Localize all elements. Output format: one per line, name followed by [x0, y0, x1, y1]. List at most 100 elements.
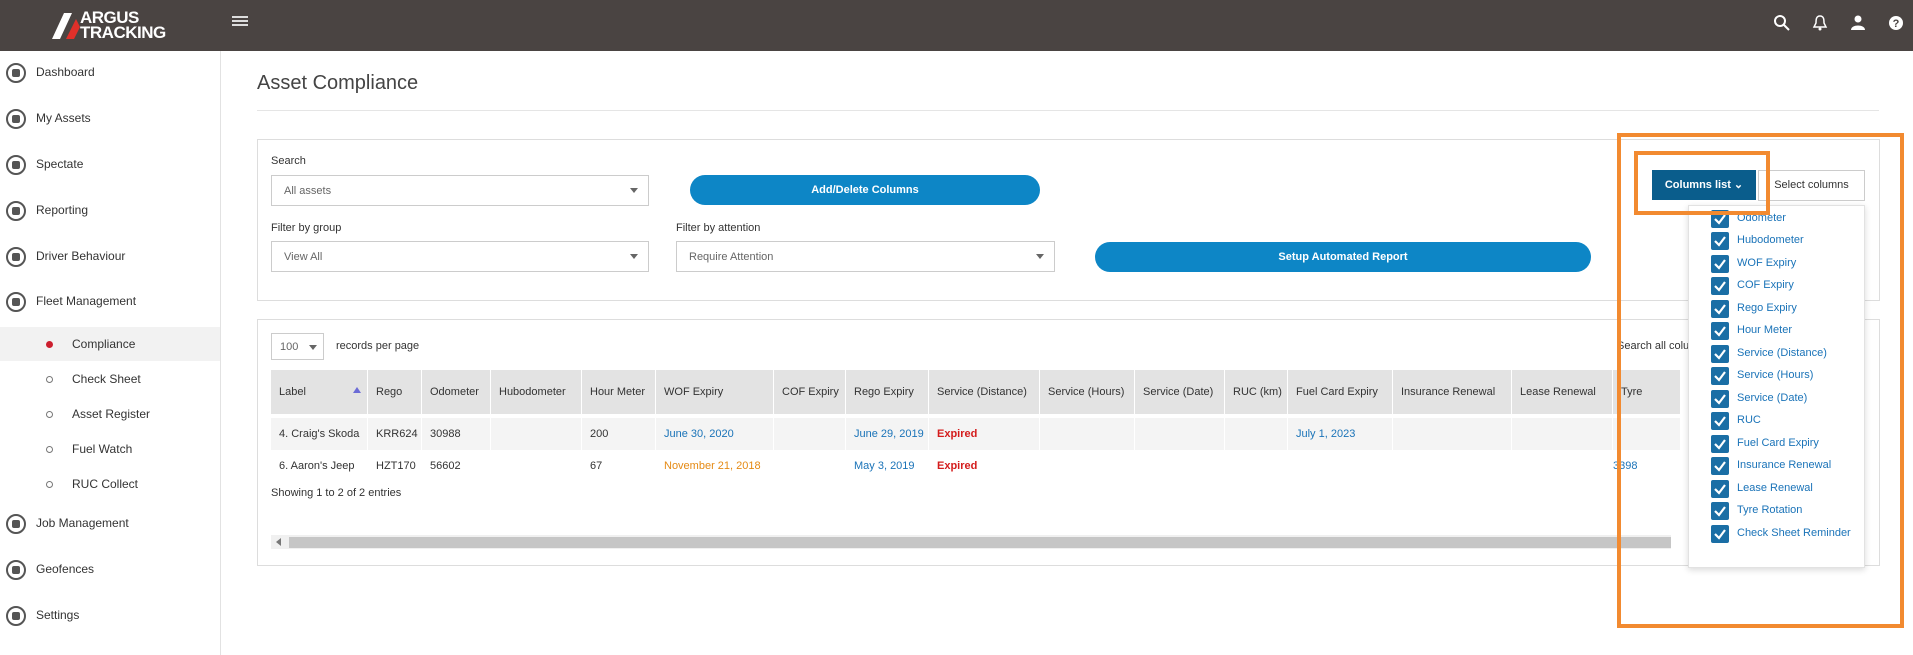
- cell-rego: KRR624: [368, 418, 422, 450]
- column-header-service-distance[interactable]: Service (Distance): [929, 370, 1040, 414]
- cell-service-hours: [1040, 450, 1135, 482]
- sidebar-item-label: Geofences: [36, 562, 95, 576]
- argus-logo-mark: [52, 13, 80, 39]
- cell-insurance-renewal: [1393, 450, 1512, 482]
- sidebar-item-label: My Assets: [36, 111, 91, 125]
- truck-icon: [6, 292, 26, 312]
- page-size-value: 100: [280, 341, 299, 353]
- column-header-cof-expiry[interactable]: COF Expiry: [774, 370, 846, 414]
- cell-rego: HZT170: [368, 450, 422, 482]
- sidebar-item-spectate[interactable]: Spectate: [0, 145, 220, 185]
- sidebar-subitem-label: Asset Register: [72, 407, 151, 421]
- table-header: Label Rego Odometer Hubodometer Hour Met…: [271, 370, 1681, 442]
- cell-ruc-km: [1225, 418, 1288, 450]
- search-icon[interactable]: [1773, 14, 1791, 32]
- cell-fuel-card-expiry[interactable]: July 1, 2023: [1288, 418, 1393, 450]
- gauge-icon: [6, 63, 26, 83]
- sidebar-subitem-label: Fuel Watch: [72, 442, 133, 456]
- dot-icon: [46, 376, 53, 383]
- chevron-down-icon: [1036, 254, 1044, 259]
- column-header-odometer[interactable]: Odometer: [422, 370, 491, 414]
- group-filter-value: View All: [284, 251, 323, 263]
- hamburger-menu-icon[interactable]: [232, 14, 248, 30]
- page-title: Asset Compliance: [257, 72, 419, 94]
- help-icon[interactable]: ?: [1887, 14, 1905, 32]
- attention-filter-value: Require Attention: [689, 251, 774, 263]
- sidebar-item-job-management[interactable]: Job Management: [0, 504, 220, 544]
- column-header-ruc-km[interactable]: RUC (km): [1225, 370, 1288, 414]
- cell-rego-expiry[interactable]: May 3, 2019: [846, 450, 929, 482]
- entries-info: Showing 1 to 2 of 2 entries: [271, 487, 402, 499]
- table-row[interactable]: 6. Aaron's Jeep HZT170 56602 67 November…: [271, 450, 1681, 482]
- column-header-service-hours[interactable]: Service (Hours): [1040, 370, 1135, 414]
- sidebar-subitem-asset-register[interactable]: Asset Register: [0, 397, 220, 431]
- sidebar-item-settings[interactable]: Settings: [0, 596, 220, 636]
- cell-hubodometer: [491, 450, 582, 482]
- sidebar-item-geofences[interactable]: Geofences: [0, 550, 220, 590]
- attention-filter-label: Filter by attention: [676, 222, 761, 234]
- cell-service-date: [1135, 418, 1225, 450]
- column-header-fuel-card-expiry[interactable]: Fuel Card Expiry: [1288, 370, 1393, 414]
- search-select-value: All assets: [284, 185, 332, 197]
- sidebar-item-label: Settings: [36, 608, 80, 622]
- sidebar-item-dashboard[interactable]: Dashboard: [0, 53, 220, 93]
- column-header-text: Label: [279, 386, 306, 398]
- table-row[interactable]: 4. Craig's Skoda KRR624 30988 200 June 3…: [271, 418, 1681, 450]
- sidebar-subitem-label: Check Sheet: [72, 372, 141, 386]
- attention-filter-select[interactable]: Require Attention: [676, 241, 1055, 272]
- cell-hour-meter: 67: [582, 450, 656, 482]
- cell-wof-expiry[interactable]: June 30, 2020: [656, 418, 774, 450]
- scroll-left-icon[interactable]: [276, 538, 281, 546]
- geofence-icon: [6, 560, 26, 580]
- top-bar: ARGUS TRACKING ?: [0, 0, 1913, 51]
- sidebar-item-label: Reporting: [36, 203, 89, 217]
- cell-insurance-renewal: [1393, 418, 1512, 450]
- search-label: Search: [271, 155, 306, 167]
- add-delete-columns-button[interactable]: Add/Delete Columns: [690, 175, 1040, 205]
- column-header-lease-renewal[interactable]: Lease Renewal: [1512, 370, 1613, 414]
- column-header-hour-meter[interactable]: Hour Meter: [582, 370, 656, 414]
- cell-fuel-card-expiry[interactable]: [1288, 450, 1393, 482]
- cell-label: 6. Aaron's Jeep: [271, 450, 368, 482]
- column-header-label[interactable]: Label: [271, 370, 368, 414]
- chevron-down-icon: [309, 345, 317, 350]
- sidebar-subitem-ruc-collect[interactable]: RUC Collect: [0, 467, 220, 501]
- column-header-insurance-renewal[interactable]: Insurance Renewal: [1393, 370, 1512, 414]
- sidebar-subitem-label: Compliance: [72, 337, 136, 351]
- cell-hour-meter: 200: [582, 418, 656, 450]
- sidebar-subitem-label: RUC Collect: [72, 477, 139, 491]
- sidebar-subitem-check-sheet[interactable]: Check Sheet: [0, 362, 220, 396]
- location-pin-icon: [6, 155, 26, 175]
- bell-icon[interactable]: [1811, 14, 1829, 32]
- sidebar-item-label: Driver Behaviour: [36, 249, 126, 263]
- user-icon[interactable]: [1849, 14, 1867, 32]
- active-dot-icon: [46, 341, 53, 348]
- cell-ruc-km: [1225, 450, 1288, 482]
- report-icon: [6, 201, 26, 221]
- cell-odometer: 30988: [422, 418, 491, 450]
- search-select[interactable]: All assets: [271, 175, 649, 206]
- column-header-rego[interactable]: Rego: [368, 370, 422, 414]
- sidebar-item-reporting[interactable]: Reporting: [0, 191, 220, 231]
- sidebar-item-my-assets[interactable]: My Assets: [0, 99, 220, 139]
- scrollbar-thumb[interactable]: [289, 537, 1671, 548]
- dot-icon: [46, 411, 53, 418]
- group-filter-select[interactable]: View All: [271, 241, 649, 272]
- cell-wof-expiry[interactable]: November 21, 2018: [656, 450, 774, 482]
- sidebar-subitem-fuel-watch[interactable]: Fuel Watch: [0, 432, 220, 466]
- table-horizontal-scrollbar[interactable]: [271, 535, 1671, 549]
- cell-service-hours: [1040, 418, 1135, 450]
- page-size-select[interactable]: 100: [271, 333, 324, 360]
- sidebar-item-label: Job Management: [36, 516, 129, 530]
- sidebar-item-fleet-management[interactable]: Fleet Management: [0, 282, 220, 322]
- cell-rego-expiry[interactable]: June 29, 2019: [846, 418, 929, 450]
- sidebar-subitem-compliance[interactable]: Compliance: [0, 327, 220, 361]
- column-header-hubodometer[interactable]: Hubodometer: [491, 370, 582, 414]
- sidebar-item-driver-behaviour[interactable]: Driver Behaviour: [0, 237, 220, 277]
- column-header-wof-expiry[interactable]: WOF Expiry: [656, 370, 774, 414]
- column-header-service-date[interactable]: Service (Date): [1135, 370, 1225, 414]
- column-header-rego-expiry[interactable]: Rego Expiry: [846, 370, 929, 414]
- brand-logo[interactable]: ARGUS TRACKING: [50, 9, 180, 41]
- sidebar-item-label: Dashboard: [36, 65, 95, 79]
- setup-automated-report-button[interactable]: Setup Automated Report: [1095, 242, 1591, 272]
